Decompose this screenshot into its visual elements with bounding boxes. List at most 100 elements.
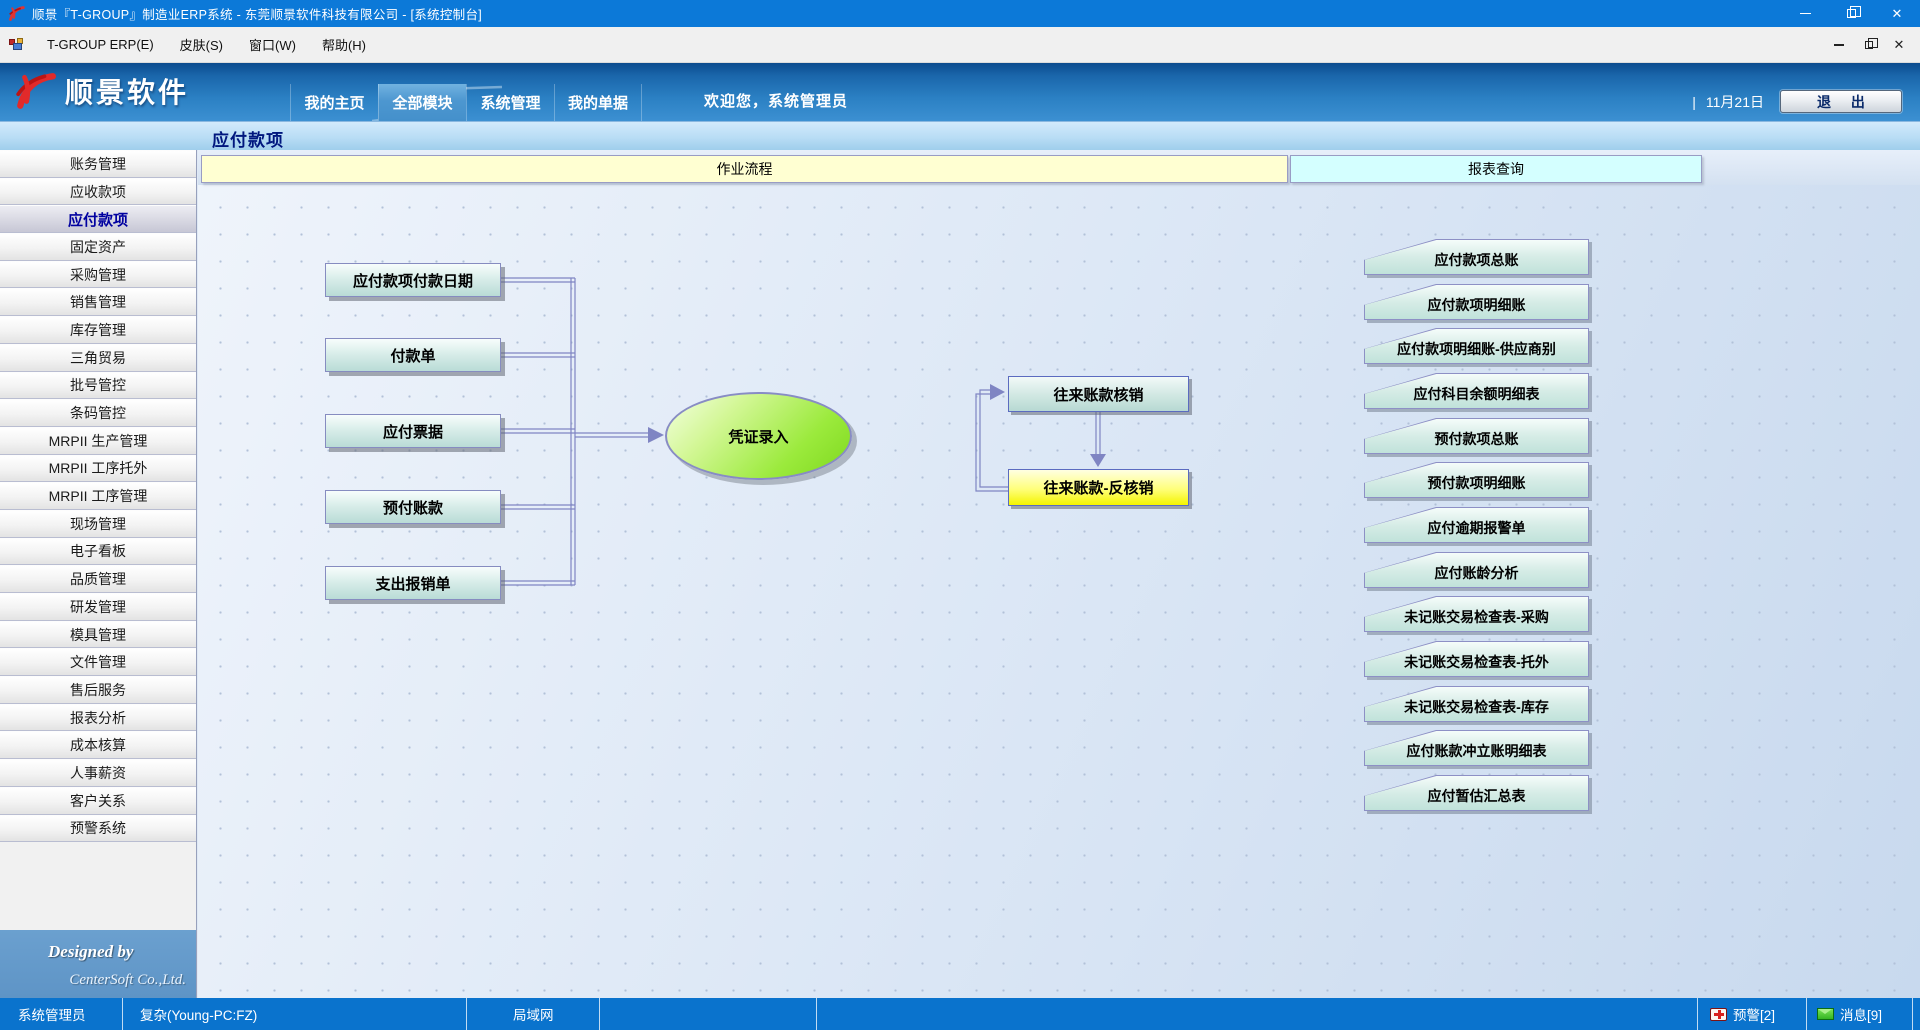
- app-header: 顺景软件 我的主页 全部模块 系统管理 我的单据 欢迎您，系统管理员 | 11月…: [0, 63, 1920, 121]
- sidebar-item-costing[interactable]: 成本核算: [0, 731, 196, 759]
- minimize-button[interactable]: [1782, 0, 1828, 27]
- menu-tgroup-erp[interactable]: T-GROUP ERP(E): [34, 27, 167, 62]
- status-empty-segment: [600, 998, 817, 1030]
- nav-tab-all-modules[interactable]: 全部模块: [378, 84, 466, 121]
- mdi-restore-button[interactable]: [1854, 33, 1884, 57]
- tab-report-query[interactable]: 报表查询: [1290, 155, 1702, 183]
- date-separator: |: [1692, 94, 1696, 110]
- status-network: 局域网: [467, 998, 600, 1030]
- report-button-payables-general-ledger[interactable]: 应付款项总账: [1364, 239, 1589, 275]
- status-workstation: 复杂(Young-PC:FZ): [123, 998, 467, 1030]
- flow-ellipse-voucher-entry[interactable]: 凭证录入: [665, 392, 852, 480]
- minimize-icon: [1834, 44, 1844, 46]
- flow-box-reverse-writeoff[interactable]: 往来账款-反核销: [1008, 469, 1189, 506]
- sidebar-item-e-kanban[interactable]: 电子看板: [0, 538, 196, 566]
- report-button-label: 应付款项明细账-供应商别: [1397, 339, 1556, 359]
- report-button-unposted-check-purchasing[interactable]: 未记账交易检查表-采购: [1364, 596, 1589, 632]
- report-button-prepaid-general-ledger[interactable]: 预付款项总账: [1364, 418, 1589, 454]
- sidebar-item-alert-system[interactable]: 预警系统: [0, 815, 196, 843]
- report-button-unposted-check-outsourcing[interactable]: 未记账交易检查表-托外: [1364, 641, 1589, 677]
- sidebar-brand-panel: Designed by CenterSoft Co.,Ltd.: [0, 930, 196, 998]
- report-button-overdue-payable-alert[interactable]: 应付逾期报警单: [1364, 507, 1589, 543]
- sidebar-item-shopfloor[interactable]: 现场管理: [0, 510, 196, 538]
- brand-logo-icon: [14, 70, 56, 112]
- flow-box-payment-slip[interactable]: 付款单: [325, 338, 501, 372]
- sidebar-item-purchasing[interactable]: 采购管理: [0, 261, 196, 289]
- sidebar-item-mrp2-production[interactable]: MRPII 生产管理: [0, 427, 196, 455]
- flowchart-canvas: 应付款项付款日期 付款单 应付票据 预付账款 支出报销单 凭证录入 往来账款核销…: [198, 185, 1920, 998]
- report-button-payable-account-balance-detail[interactable]: 应付科目余额明细表: [1364, 373, 1589, 409]
- sidebar-item-payables[interactable]: 应付款项: [0, 205, 196, 233]
- sidebar-item-hr-payroll[interactable]: 人事薪资: [0, 759, 196, 787]
- menu-window[interactable]: 窗口(W): [236, 27, 309, 62]
- sidebar-item-quality[interactable]: 品质管理: [0, 565, 196, 593]
- sidebar-item-after-sales[interactable]: 售后服务: [0, 676, 196, 704]
- report-button-prepaid-detail-ledger[interactable]: 预付款项明细账: [1364, 462, 1589, 498]
- report-button-label: 预付款项总账: [1435, 429, 1519, 449]
- sidebar-item-lot-control[interactable]: 批号管控: [0, 372, 196, 400]
- mdi-minimize-button[interactable]: [1824, 33, 1854, 57]
- header-nav-tabs: 我的主页 全部模块 系统管理 我的单据: [290, 84, 642, 121]
- exit-button[interactable]: 退 出: [1780, 90, 1902, 113]
- menu-skin[interactable]: 皮肤(S): [167, 27, 236, 62]
- flow-box-payable-notes[interactable]: 应付票据: [325, 414, 501, 448]
- restore-button[interactable]: [1828, 0, 1874, 27]
- welcome-message: 欢迎您，系统管理员: [704, 90, 848, 111]
- report-button-label: 应付科目余额明细表: [1414, 384, 1540, 404]
- status-messages[interactable]: 消息[9]: [1807, 998, 1913, 1030]
- report-button-payables-accrual-summary[interactable]: 应付暂估汇总表: [1364, 775, 1589, 811]
- report-button-payables-detail-ledger[interactable]: 应付款项明细账: [1364, 284, 1589, 320]
- menu-help[interactable]: 帮助(H): [309, 27, 379, 62]
- status-bar: 系统管理员 复杂(Young-PC:FZ) 局域网 预警[2] 消息[9]: [0, 998, 1920, 1030]
- sidebar-item-triangle-trade[interactable]: 三角贸易: [0, 344, 196, 372]
- nav-tab-my-documents[interactable]: 我的单据: [554, 84, 642, 121]
- nav-tab-system-management[interactable]: 系统管理: [466, 84, 554, 121]
- sidebar-item-crm[interactable]: 客户关系: [0, 787, 196, 815]
- restore-icon: [1865, 41, 1873, 49]
- sidebar-item-rnd[interactable]: 研发管理: [0, 593, 196, 621]
- sidebar-item-inventory[interactable]: 库存管理: [0, 316, 196, 344]
- page-title: 应付款项: [212, 126, 284, 151]
- sidebar-item-accounting[interactable]: 账务管理: [0, 150, 196, 178]
- sidebar-item-document[interactable]: 文件管理: [0, 648, 196, 676]
- sidebar-item-mrp2-outsourcing[interactable]: MRPII 工序托外: [0, 455, 196, 483]
- sidebar-item-report-analysis[interactable]: 报表分析: [0, 704, 196, 732]
- tab-work-flow[interactable]: 作业流程: [201, 155, 1288, 183]
- report-button-payables-offset-ledger-detail[interactable]: 应付账款冲立账明细表: [1364, 730, 1589, 766]
- report-button-label: 应付账龄分析: [1435, 563, 1519, 583]
- report-button-label: 未记账交易检查表-采购: [1404, 607, 1549, 627]
- close-button[interactable]: ✕: [1874, 0, 1920, 27]
- report-button-label: 应付款项明细账: [1428, 295, 1526, 315]
- report-button-unposted-check-inventory[interactable]: 未记账交易检查表-库存: [1364, 686, 1589, 722]
- mdi-window-controls: ✕: [1824, 33, 1914, 57]
- window-controls: ✕: [1782, 0, 1920, 27]
- header-right-area: | 11月21日 退 出: [1692, 90, 1902, 113]
- brand-logo-text: 顺景软件: [65, 71, 189, 111]
- flow-box-writeoff[interactable]: 往来账款核销: [1008, 376, 1189, 412]
- report-button-payables-detail-by-supplier[interactable]: 应付款项明细账-供应商别: [1364, 328, 1589, 364]
- report-button-payables-aging-analysis[interactable]: 应付账龄分析: [1364, 552, 1589, 588]
- window-title: 顺景『T-GROUP』制造业ERP系统 - 东莞顺景软件科技有限公司 - [系统…: [32, 4, 482, 23]
- flow-box-expense-reimbursement[interactable]: 支出报销单: [325, 566, 501, 600]
- report-button-label: 应付暂估汇总表: [1428, 786, 1526, 806]
- status-alerts[interactable]: 预警[2]: [1698, 998, 1807, 1030]
- sidebar-item-sales[interactable]: 销售管理: [0, 288, 196, 316]
- sidebar-item-fixed-assets[interactable]: 固定资产: [0, 233, 196, 261]
- sidebar-item-receivables[interactable]: 应收款项: [0, 178, 196, 206]
- minimize-icon: [1800, 13, 1811, 14]
- flow-box-prepaid-accounts[interactable]: 预付账款: [325, 490, 501, 524]
- messages-label: 消息[9]: [1840, 1004, 1882, 1024]
- sidebar-item-barcode-control[interactable]: 条码管控: [0, 399, 196, 427]
- nav-tab-my-home[interactable]: 我的主页: [290, 84, 378, 121]
- app-logo-icon: [8, 5, 25, 22]
- alert-icon: [1710, 1008, 1727, 1021]
- erp-application-window: 顺景『T-GROUP』制造业ERP系统 - 东莞顺景软件科技有限公司 - [系统…: [0, 0, 1920, 1030]
- sidebar-item-mrp2-process[interactable]: MRPII 工序管理: [0, 482, 196, 510]
- flow-box-payment-due-date[interactable]: 应付款项付款日期: [325, 263, 501, 297]
- main-content: 作业流程 报表查询: [198, 150, 1920, 998]
- report-button-label: 应付账款冲立账明细表: [1407, 741, 1547, 761]
- page-title-strip: 应付款项: [0, 121, 1920, 150]
- sidebar-item-mold[interactable]: 模具管理: [0, 621, 196, 649]
- mdi-close-button[interactable]: ✕: [1884, 33, 1914, 57]
- close-icon: ✕: [1894, 38, 1905, 51]
